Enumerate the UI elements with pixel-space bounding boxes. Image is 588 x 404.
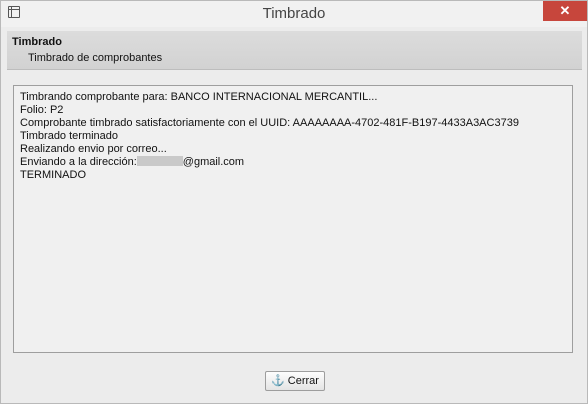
cerrar-button[interactable]: ⚓ Cerrar	[265, 371, 325, 391]
header-title: Timbrado	[12, 36, 62, 48]
close-window-button[interactable]: ✕	[543, 1, 587, 21]
window-title: Timbrado	[262, 5, 326, 22]
log-line: TERMINADO	[20, 169, 86, 181]
log-line: Folio: P2	[20, 104, 64, 116]
log-line: Comprobante timbrado satisfactoriamente …	[20, 117, 519, 129]
header-subtitle: Timbrado de comprobantes	[28, 52, 163, 64]
log-line: Timbrado terminado	[20, 130, 119, 142]
header-panel: Timbrado Timbrado de comprobantes	[7, 31, 582, 70]
log-line-email: Enviando a la dirección: @gmail.com	[20, 156, 566, 169]
cerrar-button-label: Cerrar	[287, 375, 319, 387]
dialog-window: Timbrado ✕ Timbrado Timbrado de comproba…	[0, 0, 588, 404]
email-label: Enviando a la dirección:	[20, 156, 137, 168]
log-output[interactable]: Timbrando comprobante para: BANCO INTERN…	[13, 85, 573, 353]
title-bar[interactable]: Timbrado ✕	[1, 1, 587, 27]
log-line: Realizando envio por correo...	[20, 143, 167, 155]
redacted-email-user	[136, 156, 183, 166]
log-line: Timbrando comprobante para: BANCO INTERN…	[20, 91, 378, 103]
anchor-icon: ⚓	[271, 375, 285, 387]
email-domain: @gmail.com	[182, 156, 245, 168]
